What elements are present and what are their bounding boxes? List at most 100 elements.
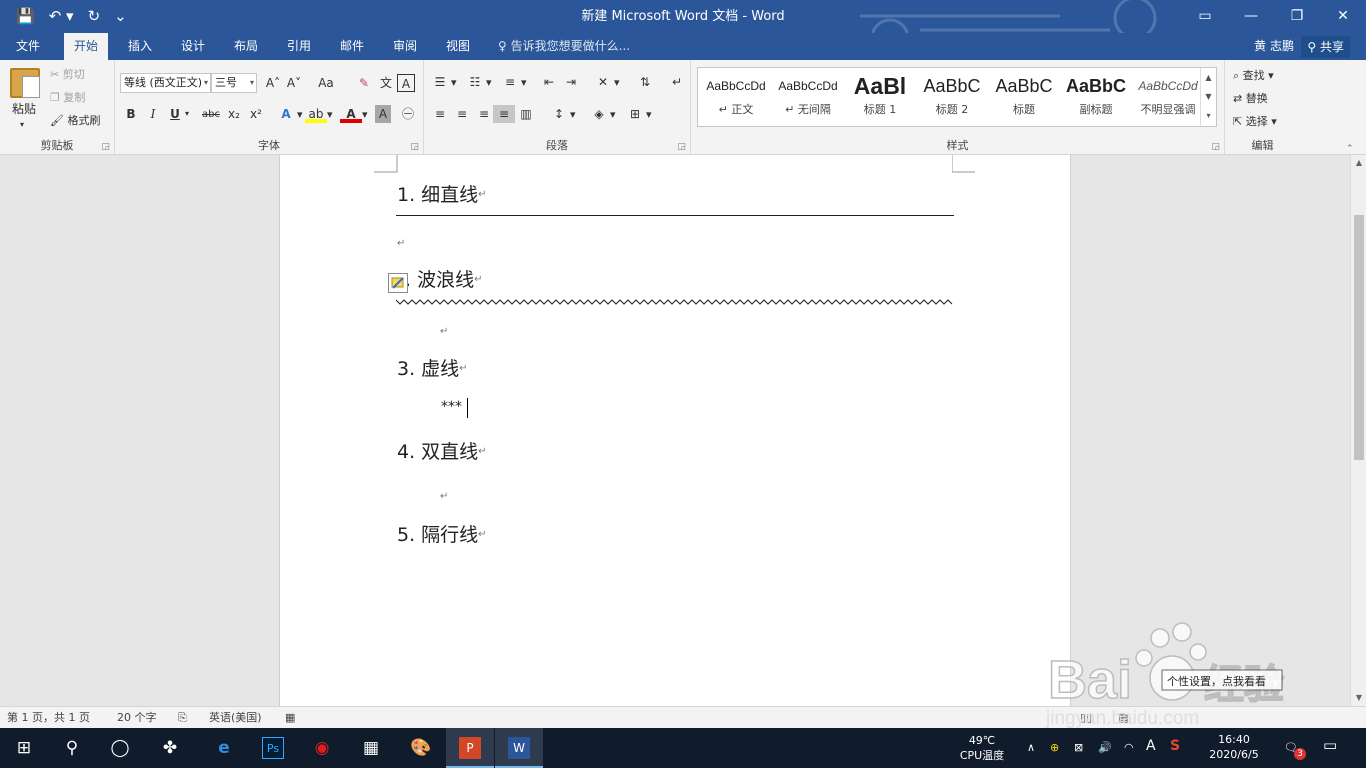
clipboard-launcher-icon[interactable]: ◲ — [101, 142, 110, 152]
volume-icon[interactable]: 🔊 — [1098, 740, 1112, 755]
tray-network-speed-icon[interactable]: ⊠ — [1074, 740, 1083, 755]
list-item[interactable]: 1. 细直线↵ — [397, 182, 487, 208]
sort-icon[interactable]: ⇅ — [634, 73, 656, 92]
cut-button[interactable]: ✂ 剪切 — [50, 66, 85, 84]
tab-insert[interactable]: 插入 — [118, 33, 162, 60]
style-heading-2[interactable]: AaBbC 标题 2 — [916, 68, 988, 126]
bold-button[interactable]: B — [120, 105, 142, 124]
read-mode-icon[interactable]: ▯▯ — [1080, 707, 1092, 729]
show-marks-icon[interactable]: ↵ — [666, 73, 688, 92]
font-name-select[interactable]: 等线 (西文正文) ▾ — [120, 73, 211, 93]
subscript-button[interactable]: x₂ — [223, 105, 245, 124]
borders-icon[interactable]: ⊞ ▾ — [624, 105, 652, 124]
vertical-scrollbar[interactable]: ▲ ▼ — [1350, 155, 1366, 706]
copy-button[interactable]: ❐ 复制 — [50, 89, 85, 107]
wifi-icon[interactable]: ◠ — [1124, 740, 1134, 755]
character-shading-icon[interactable]: A — [375, 105, 391, 124]
save-icon[interactable]: 💾 — [16, 5, 35, 27]
edge-browser-icon[interactable]: e — [200, 728, 248, 768]
sogou-ime-icon[interactable]: S — [1170, 739, 1180, 754]
superscript-button[interactable]: x² — [245, 105, 267, 124]
tab-view[interactable]: 视图 — [436, 33, 480, 60]
word-count[interactable]: 20 个字 — [117, 707, 157, 729]
minimize-button[interactable]: — — [1228, 0, 1274, 33]
text-effects-icon[interactable]: A ▾ — [275, 105, 302, 124]
empty-paragraph[interactable]: ↵ — [440, 484, 448, 510]
paste-dropdown-icon[interactable]: ▾ — [20, 116, 24, 134]
photoshop-icon[interactable]: Ps — [249, 728, 297, 768]
macro-recording-icon[interactable]: ▦ — [285, 707, 295, 729]
justify-icon[interactable]: ≡ — [493, 105, 515, 124]
decrease-indent-icon[interactable]: ⇤ — [538, 73, 560, 92]
underline-dropdown-icon[interactable]: ▾ — [185, 105, 189, 123]
show-hidden-icons[interactable]: ∧ — [1027, 740, 1035, 755]
autocorrect-options-icon[interactable] — [388, 273, 408, 293]
underline-button[interactable]: U — [164, 105, 186, 124]
redo-icon[interactable]: ↻ — [88, 5, 101, 27]
clear-formatting-icon[interactable]: ✎ — [353, 74, 375, 93]
bullets-icon[interactable]: ☰ ▾ — [429, 73, 457, 92]
tab-mailings[interactable]: 邮件 — [330, 33, 374, 60]
tab-layout[interactable]: 布局 — [224, 33, 268, 60]
empty-paragraph[interactable]: ↵ — [440, 319, 448, 345]
chinese-layout-icon[interactable]: ✕ ▾ — [592, 73, 620, 92]
find-button[interactable]: ⌕ 查找 ▾ — [1233, 67, 1274, 85]
empty-paragraph[interactable]: ↵ — [397, 231, 405, 257]
chevron-down-icon[interactable]: ▼ — [1201, 87, 1216, 106]
enclose-characters-icon[interactable]: ㊀ — [397, 105, 419, 124]
list-item[interactable]: . 波浪线↵ — [405, 267, 482, 293]
list-item[interactable]: 4. 双直线↵ — [397, 439, 487, 465]
tab-references[interactable]: 引用 — [277, 33, 321, 60]
align-right-icon[interactable]: ≡ — [473, 105, 495, 124]
netease-music-icon[interactable]: ◉ — [298, 728, 346, 768]
character-border-icon[interactable]: A — [397, 74, 415, 94]
chevron-up-icon[interactable]: ▲ — [1201, 68, 1216, 87]
page-count[interactable]: 第 1 页，共 1 页 — [7, 707, 90, 729]
font-launcher-icon[interactable]: ◲ — [410, 142, 419, 152]
clock[interactable]: 16:40 2020/6/5 — [1203, 732, 1265, 762]
tab-design[interactable]: 设计 — [171, 33, 215, 60]
scroll-down-icon[interactable]: ▼ — [1351, 690, 1366, 706]
tell-me-search[interactable]: ♀ 告诉我您想要做什么... — [498, 33, 630, 60]
print-layout-icon[interactable]: ▤ — [1118, 707, 1128, 729]
tab-review[interactable]: 审阅 — [383, 33, 427, 60]
select-button[interactable]: ⇱ 选择 ▾ — [1233, 113, 1277, 131]
shrink-font-button[interactable]: A˅ — [283, 74, 305, 93]
style-subtitle[interactable]: AaBbC 副标题 — [1060, 68, 1132, 126]
scroll-up-icon[interactable]: ▲ — [1351, 155, 1366, 171]
grow-font-button[interactable]: A˄ — [262, 74, 284, 93]
tray-app-icon[interactable]: ⊕ — [1050, 740, 1059, 755]
language-indicator[interactable]: 英语(美国) — [209, 707, 262, 729]
maximize-button[interactable]: ❐ — [1274, 0, 1320, 33]
word-icon[interactable]: W — [495, 728, 543, 768]
list-item[interactable]: 5. 隔行线↵ — [397, 522, 487, 548]
tab-home[interactable]: 开始 — [64, 33, 109, 61]
align-left-icon[interactable]: ≡ — [429, 105, 451, 124]
share-button[interactable]: ⚲ 共享 — [1301, 36, 1350, 58]
style-title[interactable]: AaBbC 标题 — [988, 68, 1060, 126]
proofing-icon[interactable]: ⎘ — [178, 707, 187, 729]
paragraph-launcher-icon[interactable]: ◲ — [677, 142, 686, 152]
style-subtle-emphasis[interactable]: AaBbCcDd 不明显强调 — [1132, 68, 1204, 126]
ribbon-display-options-button[interactable]: ▭ — [1182, 0, 1228, 33]
phonetic-guide-icon[interactable]: 文 — [375, 74, 397, 93]
scroll-thumb[interactable] — [1354, 215, 1364, 460]
more-styles-icon[interactable]: ▾ — [1201, 106, 1216, 125]
input-method-indicator[interactable]: A — [1146, 739, 1156, 754]
distributed-icon[interactable]: ▥ — [515, 105, 537, 124]
cortana-icon[interactable]: ◯ — [96, 728, 144, 768]
style-no-spacing[interactable]: AaBbCcDd ↵ 无间隔 — [772, 68, 844, 126]
list-item[interactable]: 3. 虚线↵ — [397, 356, 468, 382]
strikethrough-button[interactable]: abc — [198, 105, 224, 124]
start-windows-icon[interactable]: ⊞ — [0, 728, 48, 768]
format-painter-button[interactable]: 🖌 格式刷 — [50, 112, 100, 130]
style-normal[interactable]: AaBbCcDd ↵ 正文 — [700, 68, 772, 126]
powerpoint-icon[interactable]: P — [446, 728, 494, 768]
increase-indent-icon[interactable]: ⇥ — [560, 73, 582, 92]
replace-button[interactable]: ⇄ 替换 — [1233, 90, 1268, 108]
change-case-button[interactable]: Aa — [311, 74, 341, 93]
close-button[interactable]: ✕ — [1320, 0, 1366, 33]
tab-file[interactable]: 文件 — [6, 33, 50, 60]
numbering-icon[interactable]: ☷ ▾ — [464, 73, 492, 92]
paint-app-icon[interactable]: 🎨 — [397, 728, 445, 768]
